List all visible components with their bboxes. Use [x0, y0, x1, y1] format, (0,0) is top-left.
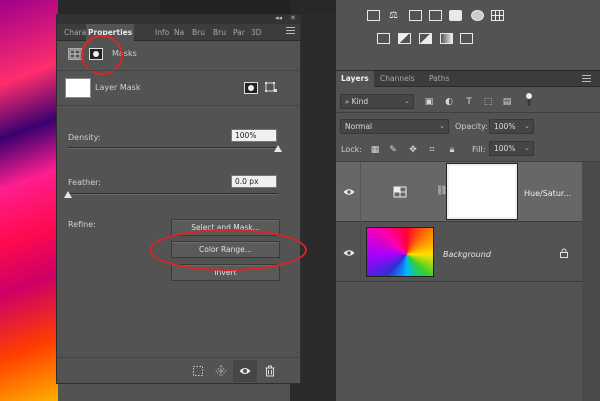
lock-all-icon[interactable]: 🔒︎ — [447, 145, 457, 155]
annotation-ellipse — [149, 229, 307, 271]
levels-scale-icon[interactable]: ⚖ — [389, 10, 402, 21]
opacity-value: 100% — [494, 122, 516, 131]
layer-row-background[interactable]: Background — [336, 222, 582, 282]
properties-footer — [57, 357, 300, 383]
pasteboard-strip — [160, 0, 290, 14]
tab-paragraph[interactable]: Par — [231, 24, 247, 41]
mask-thumbnail — [65, 78, 91, 98]
camera-icon[interactable] — [449, 10, 462, 21]
background-thumbnail — [366, 227, 434, 277]
divider — [57, 105, 300, 106]
brightness-contrast-icon[interactable] — [367, 10, 380, 21]
load-selection-icon[interactable] — [192, 365, 204, 377]
adjustments-panel: ⚖ — [336, 0, 600, 63]
panel-title-strip: ◂◂ ✕ — [57, 14, 300, 24]
filter-kind-dropdown[interactable]: ⌕ Kind ⌄ — [340, 94, 414, 109]
lock-label: Lock: — [341, 145, 362, 154]
layer-mask-thumbnail[interactable] — [446, 163, 518, 220]
search-icon: ⌕ — [345, 97, 352, 106]
fill-value: 100% — [494, 144, 516, 153]
panel-menu-icon[interactable] — [286, 27, 295, 34]
divider — [360, 222, 361, 282]
lock-transparent-pixels-icon[interactable]: ▦ — [370, 145, 380, 155]
photo-filter-icon[interactable] — [471, 10, 484, 21]
annotation-circle — [81, 35, 123, 75]
threshold-icon[interactable] — [419, 33, 432, 44]
layer-mask-label: Layer Mask — [95, 83, 141, 92]
filter-toggle-switch[interactable] — [526, 93, 532, 107]
feather-label: Feather: — [68, 178, 101, 187]
tab-channels[interactable]: Channels — [375, 71, 420, 87]
visibility-eye-icon[interactable] — [343, 187, 355, 197]
layers-tab-bar: Layers Channels Paths — [336, 71, 600, 87]
tab-layers[interactable]: Layers — [336, 71, 374, 87]
properties-panel: ◂◂ ✕ Chara Properties Info Na Bru Bru Pa… — [56, 14, 307, 384]
tab-paths[interactable]: Paths — [424, 71, 454, 87]
tab-3d[interactable]: 3D — [249, 24, 264, 41]
lock-image-pixels-icon[interactable]: ✎ — [388, 145, 398, 155]
curves-icon[interactable] — [409, 10, 422, 21]
chevron-down-icon: ⌄ — [404, 97, 410, 105]
density-field[interactable]: 100% — [231, 129, 277, 142]
divider — [360, 162, 361, 222]
divider — [336, 112, 600, 113]
feather-field[interactable]: 0.0 px — [231, 175, 277, 188]
opacity-field[interactable]: 100% ⌄ — [489, 119, 534, 134]
chevron-down-icon: ⌄ — [524, 122, 530, 130]
fill-label: Fill: — [472, 145, 486, 154]
layer-name[interactable]: Background — [443, 250, 491, 259]
canvas-image — [0, 0, 58, 401]
density-slider-track[interactable] — [68, 147, 278, 149]
invert-adj-icon[interactable] — [377, 33, 390, 44]
selective-color-icon[interactable] — [460, 33, 473, 44]
chevron-down-icon: ⌄ — [524, 144, 530, 152]
blend-mode-dropdown[interactable]: Normal ⌄ — [340, 119, 449, 134]
add-vector-mask-icon[interactable] — [265, 82, 279, 94]
feather-slider-track[interactable] — [68, 193, 278, 195]
lock-position-icon[interactable]: ✥ — [408, 145, 418, 155]
opacity-label: Opacity: — [455, 122, 488, 131]
filter-kind-label: Kind — [351, 97, 369, 106]
collapse-panel-icon[interactable]: ◂◂ — [275, 14, 282, 22]
filter-pixel-icon[interactable]: ▣ — [424, 97, 434, 107]
lock-artboard-icon[interactable]: ⌗ — [427, 145, 437, 155]
link-chain-icon[interactable]: ⛓ — [436, 186, 447, 198]
layers-menu-icon[interactable] — [582, 75, 591, 82]
feather-slider-thumb[interactable] — [64, 191, 72, 198]
layer-name[interactable]: Hue/Satur... — [524, 189, 571, 198]
channel-mixer-icon[interactable] — [491, 10, 504, 21]
lock-icon — [559, 248, 569, 258]
visibility-eye-icon[interactable] — [343, 248, 355, 258]
filter-shape-icon[interactable]: ⬚ — [483, 97, 493, 107]
tab-navigator[interactable]: Na — [172, 24, 186, 41]
apply-mask-icon[interactable] — [215, 365, 227, 377]
layers-scrollbar[interactable] — [582, 162, 600, 401]
filter-smart-object-icon[interactable]: ▤ — [502, 97, 512, 107]
refine-label: Refine: — [68, 220, 96, 229]
tab-brush-presets[interactable]: Bru — [211, 24, 228, 41]
divider — [57, 70, 300, 71]
hue-saturation-adjustment-icon — [393, 186, 407, 198]
properties-adjustment-icon[interactable] — [68, 48, 82, 60]
exposure-icon[interactable] — [429, 10, 442, 21]
tab-brushes[interactable]: Bru — [190, 24, 207, 41]
tab-character[interactable]: Chara — [62, 24, 88, 41]
density-slider-thumb[interactable] — [274, 145, 282, 152]
posterize-icon[interactable] — [398, 33, 411, 44]
trash-icon[interactable] — [264, 365, 276, 377]
density-label: Density: — [68, 133, 101, 142]
layer-row-hue-saturation[interactable]: ⛓ Hue/Satur... — [336, 162, 582, 222]
eye-icon[interactable] — [239, 365, 251, 377]
add-pixel-mask-icon[interactable] — [244, 82, 258, 94]
filter-adjustment-icon[interactable]: ◐ — [444, 97, 454, 107]
blend-mode-value: Normal — [345, 122, 373, 131]
tab-info[interactable]: Info — [153, 24, 171, 41]
chevron-down-icon: ⌄ — [439, 122, 445, 130]
close-panel-icon[interactable]: ✕ — [290, 14, 296, 22]
fill-field[interactable]: 100% ⌄ — [489, 141, 534, 156]
filter-type-icon[interactable]: T — [464, 97, 474, 107]
layers-panel: Layers Channels Paths ⌕ Kind ⌄ ▣ ◐ T ⬚ ▤ … — [336, 70, 600, 401]
gradient-map-icon[interactable] — [440, 33, 453, 44]
